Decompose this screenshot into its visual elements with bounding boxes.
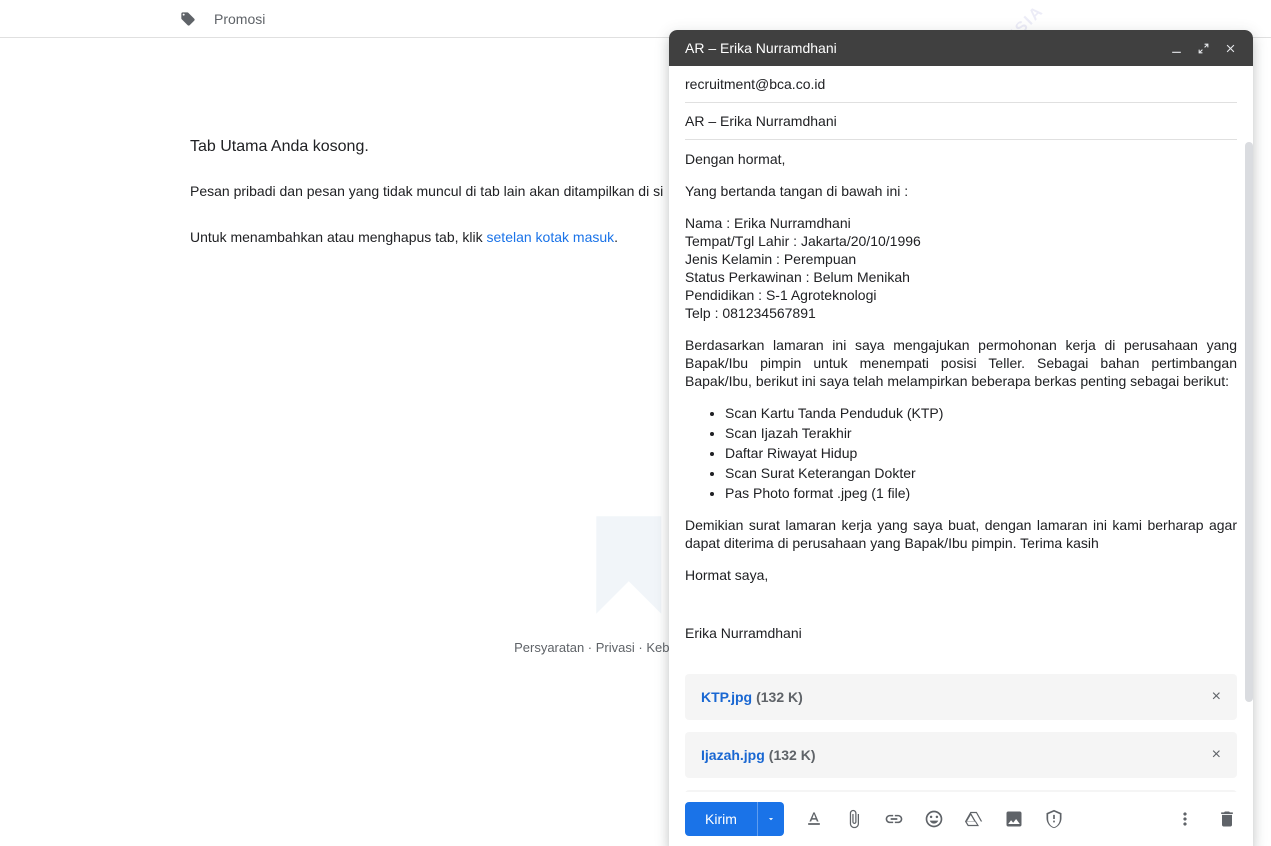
format-text-icon[interactable]: [804, 809, 824, 829]
remove-attachment-icon[interactable]: ×: [1212, 746, 1221, 764]
compose-body: recruitment@bca.co.id AR – Erika Nurramd…: [669, 66, 1253, 792]
drive-icon[interactable]: [964, 809, 984, 829]
tab-promosi[interactable]: Promosi: [180, 11, 265, 27]
attach-file-icon[interactable]: [844, 809, 864, 829]
attachment-item[interactable]: Ijazah.jpg (132 K) ×: [685, 732, 1237, 778]
tag-icon: [180, 11, 196, 27]
emoji-icon[interactable]: [924, 809, 944, 829]
send-button[interactable]: Kirim: [685, 802, 757, 836]
privacy-link[interactable]: Privasi: [596, 640, 635, 655]
expand-icon[interactable]: [1197, 42, 1210, 55]
compose-title: AR – Erika Nurramdhani: [685, 40, 1156, 56]
close-icon[interactable]: [1224, 42, 1237, 55]
scrollbar[interactable]: [1245, 142, 1253, 722]
attachment-item[interactable]: Daftar Riwayat Hidup.docx (55 K) ×: [685, 790, 1237, 792]
compose-window: AR – Erika Nurramdhani recruitment@bca.c…: [669, 30, 1253, 846]
to-field[interactable]: recruitment@bca.co.id: [685, 66, 1237, 103]
tab-label: Promosi: [214, 11, 265, 27]
compose-header[interactable]: AR – Erika Nurramdhani: [669, 30, 1253, 66]
insert-image-icon[interactable]: [1004, 809, 1024, 829]
delete-draft-icon[interactable]: [1217, 809, 1237, 829]
attachments-list: KTP.jpg (132 K) × Ijazah.jpg (132 K) × D…: [685, 666, 1237, 792]
insert-link-icon[interactable]: [884, 809, 904, 829]
message-body[interactable]: Dengan hormat, Yang bertanda tangan di b…: [685, 140, 1237, 666]
attachment-item[interactable]: KTP.jpg (132 K) ×: [685, 674, 1237, 720]
confidential-mode-icon[interactable]: [1044, 809, 1064, 829]
more-options-icon[interactable]: [1175, 809, 1195, 829]
subject-field[interactable]: AR – Erika Nurramdhani: [685, 103, 1237, 140]
terms-link[interactable]: Persyaratan: [514, 640, 584, 655]
remove-attachment-icon[interactable]: ×: [1212, 688, 1221, 706]
minimize-icon[interactable]: [1170, 42, 1183, 55]
inbox-settings-link[interactable]: setelan kotak masuk: [487, 229, 615, 245]
chevron-down-icon: [766, 814, 776, 824]
compose-toolbar: Kirim: [669, 792, 1253, 846]
send-options-button[interactable]: [757, 802, 784, 836]
